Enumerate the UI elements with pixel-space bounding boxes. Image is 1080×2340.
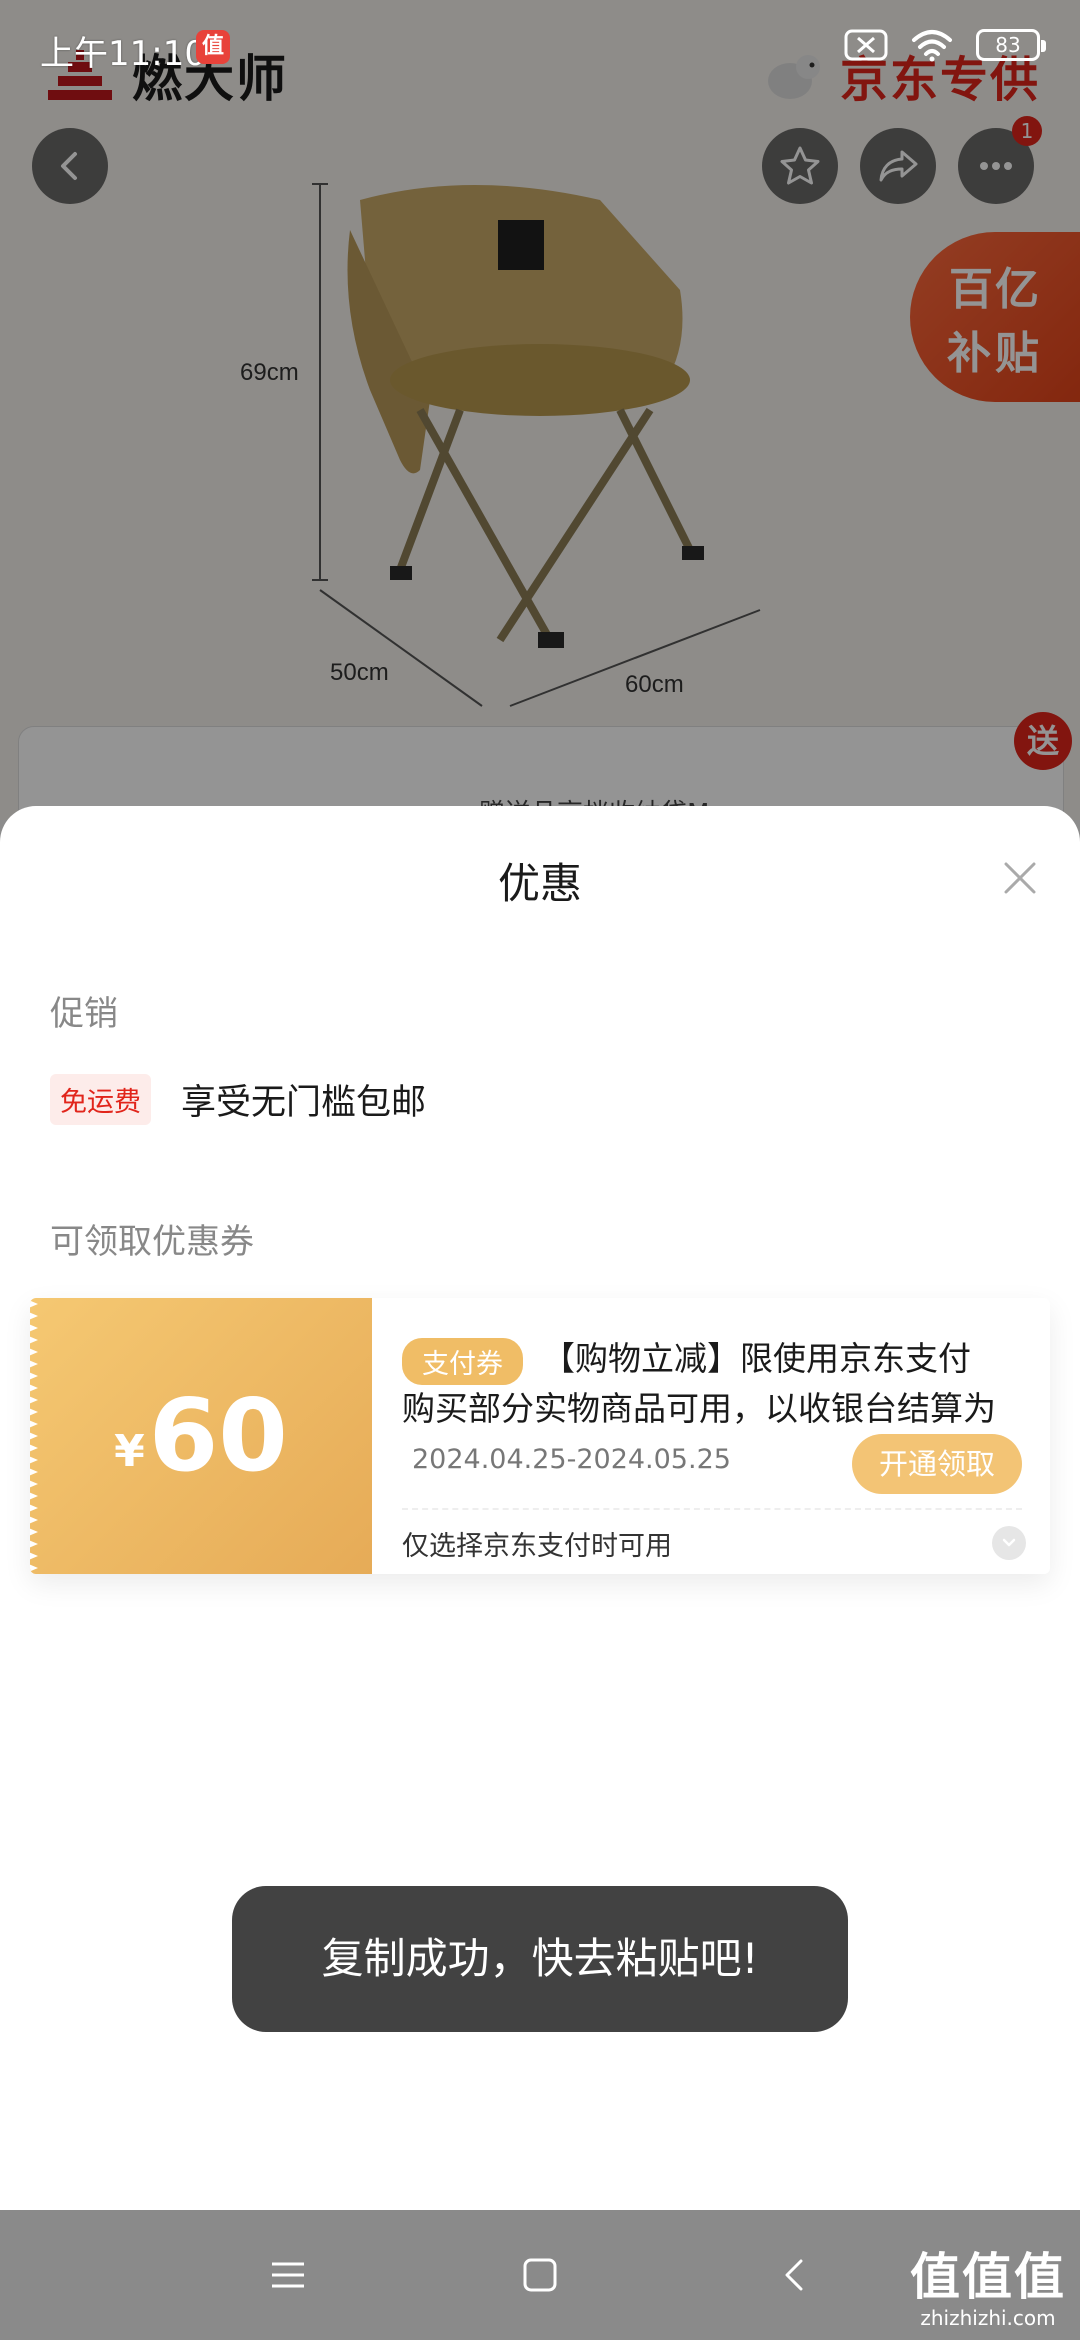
close-icon[interactable] — [996, 854, 1044, 902]
coupon-divider — [402, 1508, 1022, 1510]
status-time: 上午11:10 — [40, 34, 206, 74]
battery-level: 83 — [995, 33, 1021, 57]
nav-menu-button[interactable] — [258, 2245, 318, 2305]
status-bar: 上午11:10 值 83 — [0, 0, 1080, 96]
coupon-card[interactable]: ¥ 60 【购物立减】限使用京东支付购买部分实物商品可用，以收银台结算为准 支付… — [30, 1298, 1050, 1574]
notification-app-icon: 值 — [196, 30, 230, 64]
status-icons: 83 — [844, 28, 1046, 62]
promo-row: 免运费 享受无门槛包邮 — [50, 1074, 426, 1125]
copy-success-toast: 复制成功，快去粘贴吧! — [232, 1886, 848, 2032]
screen: 燃大师 京东专供 1 69cm 50cm 60cm 百亿 补贴 送 上午11:1… — [0, 0, 1080, 2340]
wifi-icon — [912, 30, 952, 62]
coupon-detail-panel: 【购物立减】限使用京东支付购买部分实物商品可用，以收银台结算为准 支付券 202… — [372, 1298, 1050, 1574]
free-shipping-tag: 免运费 — [50, 1074, 151, 1125]
nav-back-button[interactable] — [764, 2245, 824, 2305]
coupon-value-panel: ¥ 60 — [30, 1298, 372, 1574]
promo-description: 享受无门槛包邮 — [181, 1083, 427, 1123]
chevron-down-icon — [1002, 1538, 1016, 1547]
sim-x-icon — [844, 29, 888, 61]
menu-icon — [272, 2262, 304, 2288]
coupon-amount: 60 — [148, 1377, 288, 1494]
nav-home-button[interactable] — [510, 2245, 570, 2305]
battery-icon: 83 — [976, 29, 1046, 61]
claim-coupon-button[interactable]: 开通领取 — [852, 1434, 1022, 1494]
coupon-type-tag: 支付券 — [402, 1338, 523, 1385]
coupon-section-label: 可领取优惠券 — [50, 1222, 254, 1262]
watermark-sub: zhizhizhi.com — [920, 2306, 1056, 2330]
promo-section-label: 促销 — [50, 994, 118, 1034]
home-square-icon — [523, 2258, 557, 2292]
coupon-currency: ¥ — [114, 1425, 145, 1477]
coupon-expand-button[interactable] — [992, 1526, 1026, 1560]
coupon-note: 仅选择京东支付时可用 — [402, 1531, 672, 1562]
coupon-validity: 2024.04.25-2024.05.25 — [412, 1444, 731, 1475]
watermark: 值值值 zhizhizhi.com — [910, 2248, 1066, 2330]
watermark-main: 值值值 — [910, 2248, 1066, 2306]
coupon-edge-decoration — [30, 1300, 38, 1572]
sheet-title: 优惠 — [497, 859, 582, 908]
back-triangle-icon — [785, 2259, 803, 2291]
